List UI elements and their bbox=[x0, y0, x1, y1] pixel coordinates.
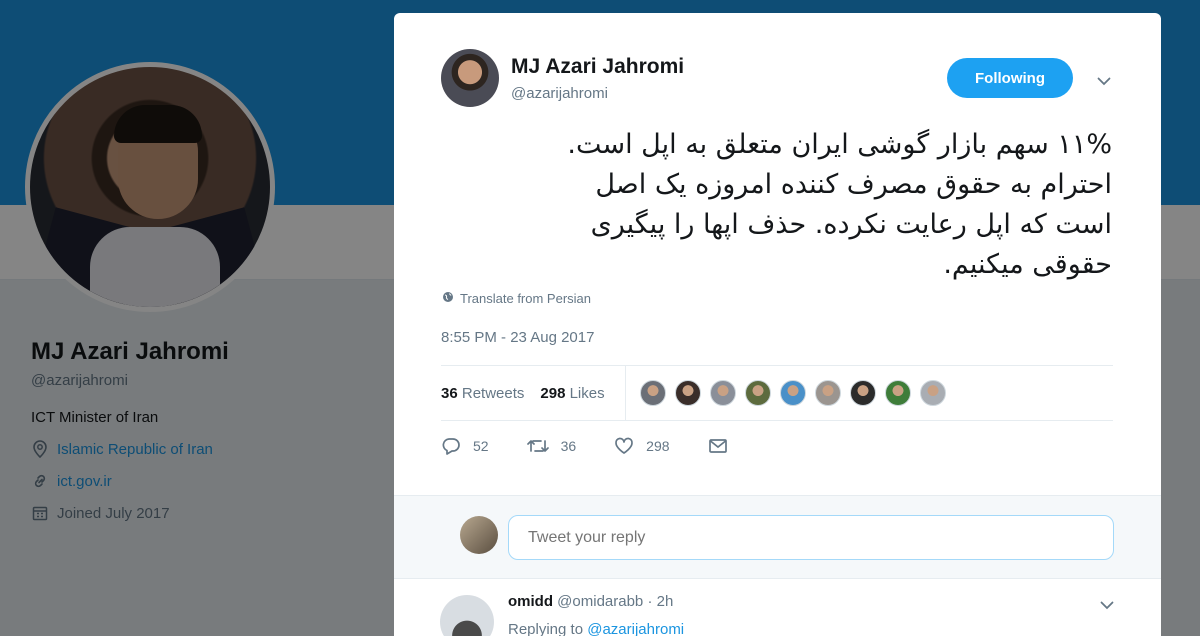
reply-input[interactable] bbox=[508, 515, 1114, 560]
liker-avatar[interactable] bbox=[849, 380, 876, 406]
liker-avatar[interactable] bbox=[779, 380, 806, 406]
author-name[interactable]: MJ Azari Jahromi bbox=[511, 55, 684, 79]
tweet-timestamp[interactable]: 8:55 PM - 23 Aug 2017 bbox=[441, 329, 594, 346]
author-avatar[interactable] bbox=[441, 49, 499, 107]
tweet-text: ۱۱% سهم بازار گوشی ایران متعلق به اپل اس… bbox=[434, 125, 1112, 285]
tweet-text-line: احترام به حقوق مصرف کننده امروزه یک اصل bbox=[595, 169, 1112, 200]
globe-icon bbox=[442, 291, 454, 306]
like-count: 298 bbox=[646, 438, 670, 454]
reply-count: 52 bbox=[473, 438, 489, 454]
author-handle[interactable]: @azarijahromi bbox=[511, 85, 684, 102]
reply-author-avatar[interactable] bbox=[440, 595, 494, 636]
retweets-stat[interactable]: 36 Retweets bbox=[441, 385, 524, 402]
tweet-header: MJ Azari Jahromi @azarijahromi bbox=[441, 49, 684, 107]
retweets-count: 36 bbox=[441, 384, 458, 402]
chevron-down-icon[interactable] bbox=[1094, 71, 1114, 91]
tweet-actions: 52 36 298 bbox=[441, 437, 778, 455]
replying-to: Replying to @azarijahromi bbox=[508, 621, 684, 636]
stat-divider bbox=[624, 365, 626, 421]
retweets-label: Retweets bbox=[461, 384, 525, 402]
tweet-text-line: است که اپل رعایت نکرده. حذف اپها را پیگی… bbox=[590, 209, 1112, 240]
liker-avatar[interactable] bbox=[814, 380, 841, 406]
retweet-icon bbox=[526, 438, 549, 454]
reply-composer bbox=[394, 495, 1161, 579]
retweet-action[interactable]: 36 bbox=[526, 438, 577, 454]
tweet-stats: 36 Retweets 298 Likes bbox=[441, 365, 1113, 421]
liker-avatars bbox=[639, 380, 955, 406]
reply-author-name[interactable]: omidd bbox=[508, 593, 553, 610]
liker-avatar[interactable] bbox=[744, 380, 771, 406]
reply-time[interactable]: · 2h bbox=[647, 593, 673, 610]
replying-prefix: Replying to bbox=[508, 621, 584, 636]
message-action[interactable] bbox=[708, 438, 740, 454]
likes-label: Likes bbox=[569, 384, 605, 402]
retweet-count: 36 bbox=[560, 438, 577, 454]
translate-label[interactable]: Translate from Persian bbox=[460, 291, 591, 306]
translate-link[interactable]: Translate from Persian bbox=[442, 291, 591, 306]
tweet-text-line: حقوقی میکنیم. bbox=[943, 249, 1112, 280]
reply-tweet[interactable]: omidd @omidarabb · 2h Replying to @azari… bbox=[394, 579, 1161, 636]
current-user-avatar bbox=[460, 516, 498, 554]
following-button[interactable]: Following bbox=[947, 58, 1073, 98]
likes-count: 298 bbox=[540, 384, 566, 402]
tweet-modal: MJ Azari Jahromi @azarijahromi Following… bbox=[394, 13, 1161, 636]
chevron-down-icon[interactable] bbox=[1097, 595, 1117, 615]
reply-author-handle[interactable]: @omidarabb bbox=[557, 593, 643, 610]
reply-icon bbox=[441, 437, 461, 455]
like-action[interactable]: 298 bbox=[614, 437, 670, 455]
liker-avatar[interactable] bbox=[884, 380, 911, 406]
envelope-icon bbox=[708, 438, 728, 454]
liker-avatar[interactable] bbox=[674, 380, 701, 406]
heart-icon bbox=[614, 437, 634, 455]
liker-avatar[interactable] bbox=[709, 380, 736, 406]
liker-avatar[interactable] bbox=[919, 380, 946, 406]
tweet-text-line: ۱۱% سهم بازار گوشی ایران متعلق به اپل اس… bbox=[567, 129, 1112, 160]
reply-header: omidd @omidarabb · 2h bbox=[508, 593, 673, 610]
replying-to-link[interactable]: @azarijahromi bbox=[587, 621, 684, 636]
liker-avatar[interactable] bbox=[639, 380, 666, 406]
reply-action[interactable]: 52 bbox=[441, 437, 489, 455]
likes-stat[interactable]: 298 Likes bbox=[540, 385, 604, 402]
